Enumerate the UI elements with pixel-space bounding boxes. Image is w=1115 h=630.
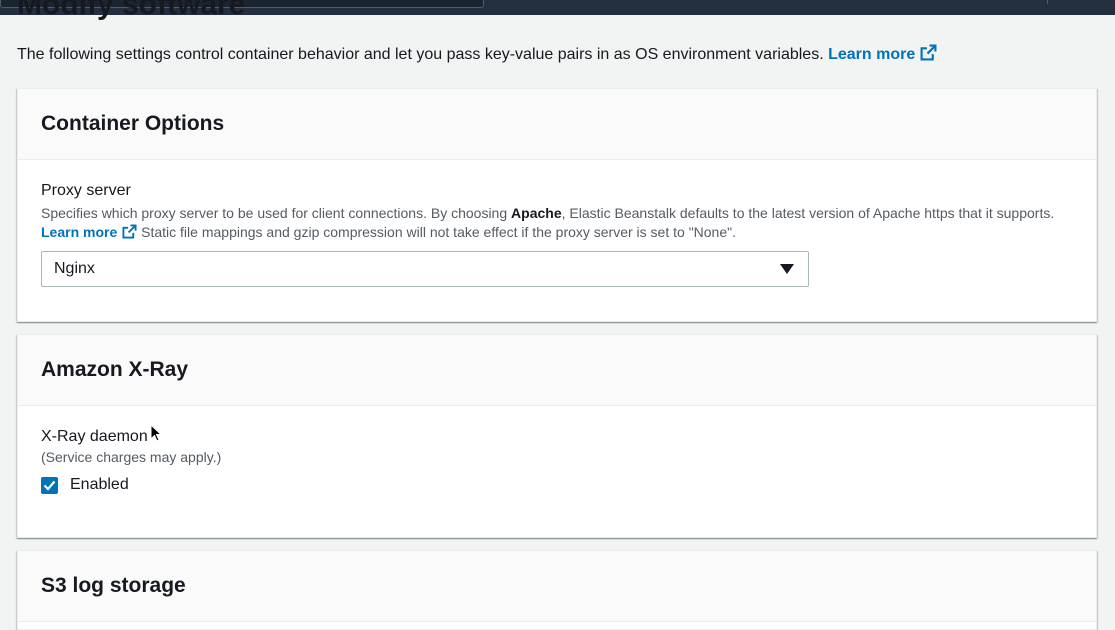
xray-daemon-label: X-Ray daemon [41, 428, 148, 445]
proxy-learn-more-label: Learn more [41, 224, 118, 240]
external-link-icon [920, 44, 937, 61]
xray-body: X-Ray daemon (Service charges may apply.… [18, 406, 1096, 494]
proxy-desc-text-3: Static file mappings and gzip compressio… [141, 224, 736, 240]
proxy-desc-bold-apache: Apache [511, 205, 562, 221]
s3-log-storage-panel: S3 log storage [17, 550, 1097, 630]
proxy-server-selected-value: Nginx [54, 260, 95, 277]
external-link-icon [122, 224, 137, 239]
xray-panel: Amazon X-Ray X-Ray daemon (Service charg… [17, 334, 1097, 538]
intro-text: The following settings control container… [17, 46, 824, 63]
container-options-body: Proxy server Specifies which proxy serve… [18, 160, 1096, 287]
s3-log-storage-heading: S3 log storage [41, 574, 186, 597]
proxy-desc-text-2: , Elastic Beanstalk defaults to the late… [561, 205, 1055, 221]
xray-enabled-checkbox[interactable] [41, 476, 58, 494]
xray-heading: Amazon X-Ray [41, 358, 189, 381]
proxy-server-select[interactable]: Nginx [41, 251, 809, 287]
page-intro: The following settings control container… [17, 44, 937, 64]
mouse-pointer-icon [150, 424, 162, 442]
s3-log-storage-header: S3 log storage [18, 551, 1096, 622]
checkmark-icon [43, 480, 56, 491]
xray-enabled-row[interactable]: Enabled [41, 476, 1073, 494]
proxy-server-description: Specifies which proxy server to be used … [41, 204, 1073, 242]
xray-service-charges-note: (Service charges may apply.) [41, 449, 222, 465]
proxy-desc-text-1: Specifies which proxy server to be used … [41, 205, 512, 221]
caret-down-icon [780, 264, 794, 274]
page-title: Modify software [17, 0, 246, 21]
xray-enabled-label: Enabled [70, 476, 129, 493]
xray-header: Amazon X-Ray [18, 335, 1096, 406]
container-options-heading: Container Options [41, 112, 225, 135]
intro-learn-more-link[interactable]: Learn more [828, 44, 937, 63]
container-options-header: Container Options [18, 89, 1096, 160]
proxy-learn-more-link[interactable]: Learn more [41, 224, 137, 240]
container-options-panel: Container Options Proxy server Specifies… [17, 88, 1097, 322]
nav-divider [1047, 0, 1048, 4]
proxy-server-label: Proxy server [41, 182, 131, 199]
intro-learn-more-label: Learn more [828, 46, 916, 63]
